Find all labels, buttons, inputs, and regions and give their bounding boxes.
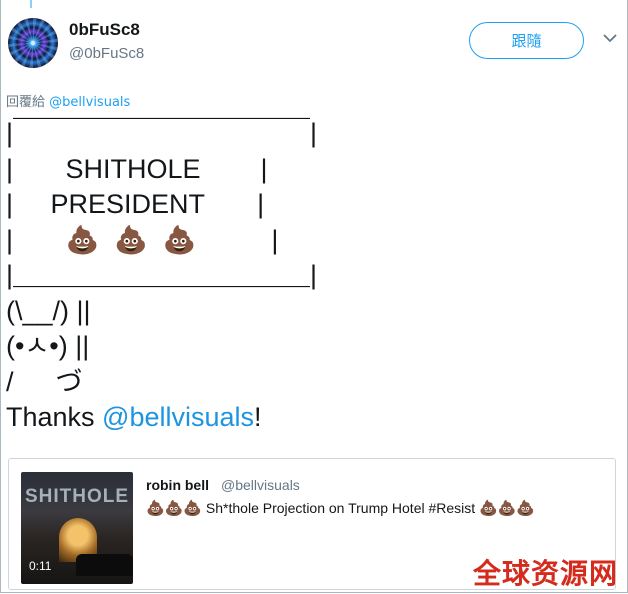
user-handle[interactable]: @0bFuSc8: [69, 45, 144, 62]
ascii-art: |￣￣￣￣￣￣￣￣￣￣￣| | SHITHOLE | | PRESIDENT |…: [6, 118, 318, 397]
thumbnail-projection-text: SHITHOLE: [25, 486, 130, 507]
car-silhouette: [76, 554, 133, 576]
quoted-display-name[interactable]: robin bell: [146, 477, 209, 493]
thanks-text: Thanks: [6, 402, 103, 432]
reply-mention-link[interactable]: @bellvisuals: [49, 95, 130, 110]
chevron-down-icon[interactable]: [602, 32, 618, 44]
reply-context: 回覆給 @bellvisuals: [6, 91, 130, 110]
mention-link[interactable]: @bellvisuals: [102, 402, 254, 432]
video-duration: 0:11: [29, 559, 52, 573]
tweet-text: Thanks @bellvisuals!: [6, 402, 262, 433]
thanks-suffix: !: [254, 402, 262, 432]
video-thumbnail[interactable]: SHITHOLE 0:11: [21, 472, 133, 584]
emoji-suffix: 💩💩💩: [479, 500, 536, 517]
reply-prefix: 回覆給: [6, 95, 46, 110]
follow-button[interactable]: 跟隨: [469, 22, 584, 59]
display-name[interactable]: 0bFuSc8: [69, 20, 140, 40]
thread-line: [30, 0, 32, 8]
quoted-text: 💩💩💩 Sh*thole Projection on Trump Hotel #…: [146, 499, 535, 517]
emoji-prefix: 💩💩💩: [146, 500, 203, 517]
quoted-body: Sh*thole Projection on Trump Hotel #Resi…: [202, 500, 480, 516]
watermark-logo: 全球资源网: [473, 557, 619, 590]
quoted-handle[interactable]: @bellvisuals: [221, 477, 300, 493]
avatar[interactable]: [8, 18, 58, 68]
